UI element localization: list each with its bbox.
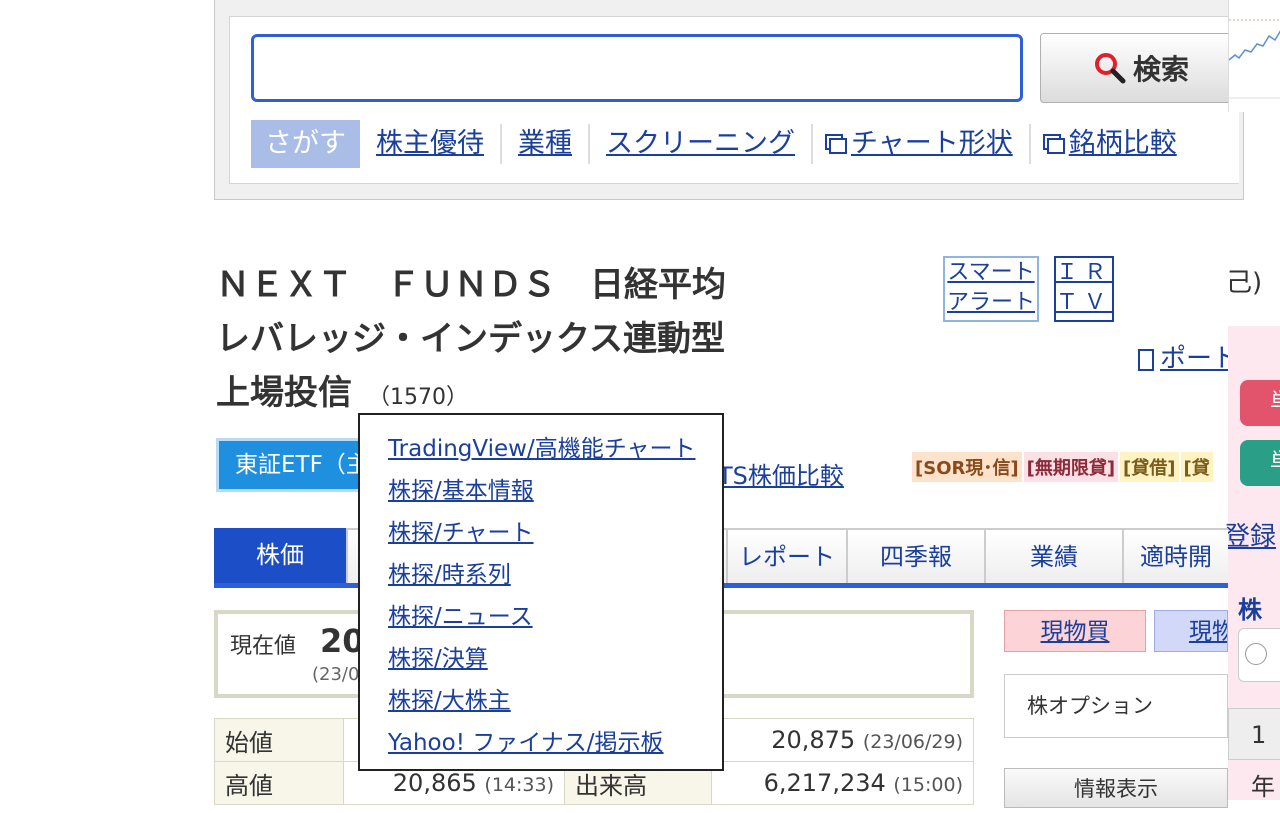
tab-report[interactable]: レポート xyxy=(726,528,846,583)
price-label: 現在値 xyxy=(230,634,297,659)
badge-taishaku: [貸借] xyxy=(1120,452,1179,482)
sell-order-button[interactable]: 単 xyxy=(1240,440,1280,486)
menu-item-kabutan-shareholders[interactable]: 株探/大株主 xyxy=(388,681,722,723)
link-gyoushu[interactable]: 業種 xyxy=(500,124,588,164)
badge-cut: [貸 xyxy=(1180,452,1213,482)
info-display-button[interactable]: 情報表示 xyxy=(1004,768,1228,808)
fund-title-line1: ＮＥＸＴ ＦＵＮＤＳ 日経平均 xyxy=(216,265,726,305)
badge-mukigen: [無期限貸] xyxy=(1023,452,1119,482)
menu-item-kabutan-news[interactable]: 株探/ニュース xyxy=(388,597,722,639)
new-window-icon xyxy=(1046,138,1065,154)
external-links-dropdown: TradingView/高機能チャート 株探/基本情報 株探/チャート 株探/時… xyxy=(358,413,724,771)
fund-title-line3: 上場投信 xyxy=(216,373,352,413)
menu-item-kabutan-earnings[interactable]: 株探/決算 xyxy=(388,639,722,681)
genbutsu-buy-button[interactable]: 現物買 xyxy=(1004,610,1146,652)
search-input[interactable] xyxy=(251,34,1023,102)
link-stock-compare[interactable]: 銘柄比較 xyxy=(1028,124,1193,164)
menu-item-kabutan-chart[interactable]: 株探/チャート xyxy=(388,513,722,555)
tab-tekiji[interactable]: 適時開 xyxy=(1122,528,1228,583)
smart-alert-link[interactable]: スマート アラート xyxy=(943,256,1039,322)
search-icon xyxy=(1094,53,1126,84)
document-icon xyxy=(1138,348,1154,371)
mini-chart xyxy=(1228,0,1280,112)
search-button-label: 検索 xyxy=(1132,53,1189,86)
buy-order-button[interactable]: 単 xyxy=(1240,380,1280,426)
market-button[interactable]: 東証ETF（主 xyxy=(216,438,366,492)
link-kabunushi-yutai[interactable]: 株主優待 xyxy=(360,124,500,164)
price-date: (23/0 xyxy=(312,664,360,685)
menu-item-tradingview[interactable]: TradingView/高機能チャート xyxy=(388,429,722,471)
portfolio-link[interactable]: ポート xyxy=(1138,338,1238,375)
new-window-icon xyxy=(829,138,847,154)
badges: [SOR現･信] [無期限貸] [貸借] [貸 xyxy=(912,452,1228,482)
fund-title-line2: レバレッジ・インデックス連動型 xyxy=(216,319,725,359)
fund-code: （1570） xyxy=(368,385,468,410)
search-button[interactable]: 検索 xyxy=(1040,33,1242,103)
search-panel: 検索 さがす 株主優待 業種 スクリーニング チャート形状 銘柄比較 xyxy=(214,0,1244,200)
table-label: 高値 xyxy=(214,761,344,805)
table-value: 20,875 (23/06/29) xyxy=(711,718,974,762)
fund-title: ＮＥＸＴ ＦＵＮＤＳ 日経平均 レバレッジ・インデックス連動型 上場投信 （157… xyxy=(216,258,726,425)
ir-tv-link[interactable]: ＩＲ ＴＶ xyxy=(1054,256,1114,322)
cut-off-text: 己) xyxy=(1226,268,1263,298)
search-links: さがす 株主優待 業種 スクリーニング チャート形状 銘柄比較 xyxy=(251,120,1193,168)
tab-kabuka[interactable]: 株価 xyxy=(214,528,346,583)
menu-item-kabutan-basic[interactable]: 株探/基本情報 xyxy=(388,471,722,513)
mini-chart-line xyxy=(1228,19,1280,99)
register-link[interactable]: 登録 xyxy=(1224,516,1276,553)
menu-item-kabutan-timeseries[interactable]: 株探/時系列 xyxy=(388,555,722,597)
table-value: 6,217,234 (15:00) xyxy=(711,761,974,805)
stock-option-box[interactable]: 株オプション xyxy=(1004,674,1228,738)
ts-compare-link[interactable]: TS株価比較 xyxy=(718,456,844,491)
tab-shikiho[interactable]: 四季報 xyxy=(846,528,984,583)
badge-sor: [SOR現･信] xyxy=(912,452,1022,482)
menu-item-yahoo-board[interactable]: Yahoo! ファイナス/掲示板 xyxy=(388,723,722,765)
radio-icon xyxy=(1245,643,1267,665)
search-inner: 検索 さがす 株主優待 業種 スクリーニング チャート形状 銘柄比較 xyxy=(229,16,1242,184)
period-select[interactable]: 1年 xyxy=(1228,708,1280,801)
search-label: さがす xyxy=(251,120,360,168)
table-label: 始値 xyxy=(214,718,344,762)
tab-gyoseki[interactable]: 業績 xyxy=(984,528,1122,583)
genbutsu-sell-button[interactable]: 現物 xyxy=(1154,610,1228,652)
link-chart-shape[interactable]: チャート形状 xyxy=(811,124,1029,164)
link-screening[interactable]: スクリーニング xyxy=(588,124,811,164)
radio-option[interactable] xyxy=(1238,628,1280,682)
